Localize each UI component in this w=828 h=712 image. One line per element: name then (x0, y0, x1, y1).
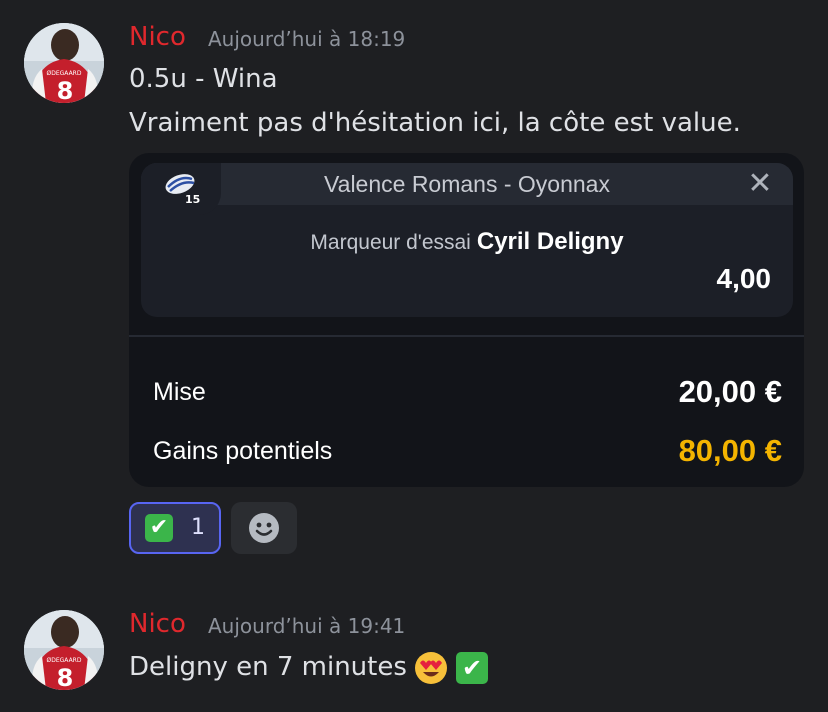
avatar-image: ØDEGAARD 8 (24, 610, 104, 690)
reaction-check[interactable]: ✔ 1 (129, 502, 221, 554)
add-reaction-button[interactable] (231, 502, 297, 554)
bet-slip-card: Valence Romans - Oyonnax ✕ 15 Marqueur d… (129, 153, 804, 487)
selection-name: Cyril Deligny (476, 228, 624, 255)
market-label: Marqueur d'essai (310, 231, 471, 254)
timestamp: Aujourd’hui à 19:41 (208, 614, 406, 638)
white-check-mark-emoji: ✔ (145, 514, 173, 542)
close-icon[interactable]: ✕ (745, 169, 775, 199)
message-line-1: Deligny en 7 minutes (129, 652, 407, 682)
heart-eyes-emoji (415, 652, 447, 684)
author-name[interactable]: Nico (129, 22, 186, 52)
divider (129, 335, 804, 337)
jersey-name: ØDEGAARD (47, 657, 82, 664)
author-name[interactable]: Nico (129, 609, 186, 639)
bet-header: Valence Romans - Oyonnax ✕ (141, 163, 793, 205)
match-title: Valence Romans - Oyonnax (324, 171, 610, 197)
stake-value: 20,00 € (678, 374, 782, 409)
white-check-mark-emoji: ✔ (456, 652, 488, 684)
gains-value: 80,00 € (678, 433, 782, 468)
bet-selection-panel: Valence Romans - Oyonnax ✕ 15 Marqueur d… (141, 163, 793, 317)
smiley-icon (249, 513, 279, 543)
timestamp: Aujourd’hui à 18:19 (208, 27, 406, 51)
avatar[interactable]: ØDEGAARD 8 (24, 610, 104, 690)
message-line-1: 0.5u - Wina (129, 64, 278, 94)
jersey-name: ØDEGAARD (47, 70, 82, 77)
avatar-image: ØDEGAARD 8 (24, 23, 104, 103)
badge-number: 15 (185, 193, 200, 205)
rugby-ball-icon: 15 (141, 163, 221, 215)
reaction-count: 1 (191, 515, 205, 540)
avatar[interactable]: ØDEGAARD 8 (24, 23, 104, 103)
odds-value: 4,00 (716, 263, 772, 294)
message-line-2: Vraiment pas d'hésitation ici, la côte e… (129, 108, 741, 138)
jersey-number: 8 (57, 664, 74, 690)
gains-label: Gains potentiels (153, 437, 333, 465)
jersey-number: 8 (57, 77, 74, 103)
stake-label: Mise (153, 378, 206, 406)
bet-selection: Marqueur d'essai Cyril Deligny (141, 225, 793, 262)
